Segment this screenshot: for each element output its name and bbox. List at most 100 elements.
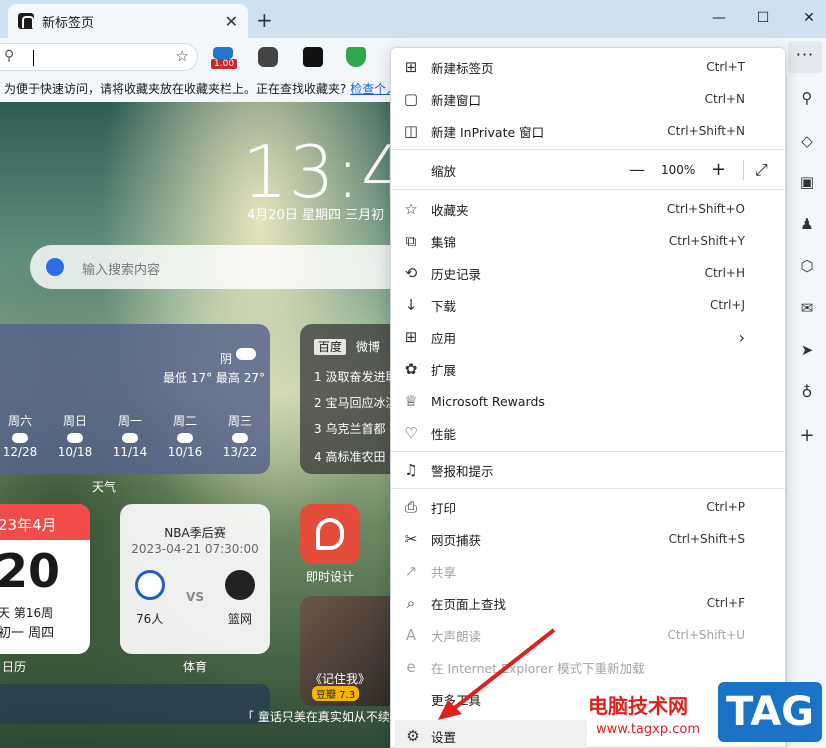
- calendar-week: 天 第16周: [0, 606, 54, 620]
- ie-mode-icon: e: [406, 658, 416, 676]
- hot-item[interactable]: 4 高标准农田: [314, 448, 385, 465]
- fullscreen-button[interactable]: ⤢: [755, 154, 768, 186]
- menu-alerts[interactable]: ♫ 警报和提示: [391, 454, 785, 486]
- menu-separator: [391, 189, 785, 190]
- sports-label: 体育: [183, 660, 208, 674]
- hot-search-card[interactable]: 百度 微博 1 汲取奋发进取 2 宝马回应冰淇 3 乌克兰首都 4 高标准农田: [300, 324, 392, 474]
- add-icon[interactable]: +: [797, 426, 817, 446]
- sports-card[interactable]: NBA季后赛 2023-04-21 07:30:00 VS 76人 篮网: [120, 504, 270, 654]
- movie-score: 豆瓣 7.3: [312, 686, 360, 701]
- movie-title: 《记住我》: [310, 672, 371, 686]
- weather-card[interactable]: 阴 最低 17° 最高 27° 周六 12/28 周日 10/18 周一 11/14 …: [0, 324, 270, 474]
- browser-tab[interactable]: 新标签页 ✕: [8, 4, 248, 38]
- hot-item[interactable]: 2 宝马回应冰淇: [314, 394, 392, 411]
- app-logo-icon: [316, 518, 344, 550]
- cloud-icon: [67, 433, 83, 443]
- address-bar[interactable]: ⚲ ☆: [0, 43, 198, 71]
- hot-search-tabs: 百度 微博: [314, 338, 384, 355]
- menu-read-aloud: A 大声朗读 Ctrl+Shift+U: [391, 619, 785, 651]
- menu-inprivate[interactable]: ◫ 新建 InPrivate 窗口 Ctrl+Shift+N: [391, 115, 785, 147]
- menu-history[interactable]: ⟲ 历史记录 Ctrl+H: [391, 257, 785, 289]
- menu-rewards[interactable]: ♕ Microsoft Rewards: [391, 385, 785, 417]
- menu-ie-mode: e在 Internet Explorer 模式下重新加载: [391, 651, 785, 683]
- add-favorite-icon[interactable]: ☆: [176, 47, 189, 65]
- away-team: 篮网: [228, 612, 253, 626]
- date-line: 4月20日 星期四 三月初: [247, 208, 385, 223]
- title-bar: 新标签页 ✕ + — ☐ ✕: [0, 0, 826, 38]
- menu-new-window[interactable]: ▢ 新建窗口 Ctrl+N: [391, 83, 785, 115]
- edge-sidebar: ⚲ ◇ ▣ ♟ ⬡ ✉ ➤ ♁ +: [786, 76, 826, 748]
- hot-item[interactable]: 3 乌克兰首都: [314, 420, 385, 437]
- menu-performance[interactable]: ♡ 性能: [391, 417, 785, 449]
- send-icon[interactable]: ➤: [797, 340, 817, 360]
- extension-flag-icon[interactable]: [213, 47, 233, 59]
- calendar-day: 20: [0, 544, 61, 598]
- menu-downloads[interactable]: ↓ 下载 Ctrl+J: [391, 289, 785, 321]
- maximize-button[interactable]: ☐: [748, 6, 778, 30]
- sports-time: 2023-04-21 07:30:00: [131, 542, 259, 556]
- menu-new-tab[interactable]: ⊞ 新建标签页 Ctrl+T: [391, 51, 785, 83]
- zoom-out-button[interactable]: —: [629, 154, 645, 186]
- favorites-bar-link[interactable]: 检查个人: [350, 82, 392, 96]
- watermark-text: 电脑技术网: [588, 694, 688, 718]
- zoom-in-button[interactable]: +: [711, 154, 726, 186]
- extension-l-icon[interactable]: [303, 47, 323, 67]
- tab-weibo[interactable]: 微博: [352, 339, 384, 355]
- tab-baidu[interactable]: 百度: [314, 339, 347, 355]
- zoom-value: 100%: [661, 163, 696, 177]
- close-window-button[interactable]: ✕: [794, 6, 824, 30]
- outlook-icon[interactable]: ✉: [797, 298, 817, 318]
- sports-title: NBA季后赛: [164, 526, 226, 540]
- forecast-day: 周二 10/16: [167, 414, 203, 459]
- favorites-bar: 为便于快速访问，请将收藏夹放在收藏夹栏上。正在查找收藏夹? 检查个人: [0, 76, 392, 102]
- new-window-icon: ▢: [403, 90, 419, 108]
- collections-icon: ⧉: [405, 232, 417, 250]
- new-tab-button[interactable]: +: [256, 8, 273, 32]
- cloud-icon: [12, 433, 28, 443]
- capture-icon: ✂: [404, 530, 418, 548]
- menu-separator: [391, 451, 785, 452]
- favorites-bar-hint: 为便于快速访问，请将收藏夹放在收藏夹栏上。正在查找收藏夹?: [4, 82, 347, 96]
- menu-separator: [391, 149, 785, 150]
- menu-settings[interactable]: ⚙ 设置: [395, 720, 587, 748]
- app-tile[interactable]: [300, 504, 360, 564]
- menu-extensions[interactable]: ✿ 扩展: [391, 353, 785, 385]
- settings-menu: ⊞ 新建标签页 Ctrl+T ▢ 新建窗口 Ctrl+N ◫ 新建 InPrivate 窗…: [390, 47, 786, 748]
- menu-find[interactable]: ⌕ 在页面上查找 Ctrl+F: [391, 587, 785, 619]
- search-icon[interactable]: ⚲: [797, 88, 817, 108]
- print-icon: ⎙: [404, 498, 417, 516]
- bulb-icon[interactable]: ♁: [797, 382, 817, 402]
- movie-card[interactable]: 《记住我》 豆瓣 7.3: [300, 596, 392, 706]
- rewards-icon: ♕: [404, 392, 418, 410]
- quote-text: 「 童话只美在真实如从不续: [242, 710, 390, 724]
- inprivate-icon: ◫: [403, 122, 419, 140]
- settings-icon: ⚙: [406, 727, 420, 745]
- menu-web-capture[interactable]: ✂ 网页捕获 Ctrl+Shift+S: [391, 523, 785, 555]
- menu-print[interactable]: ⎙ 打印 Ctrl+P: [391, 491, 785, 523]
- tab-close-icon[interactable]: ✕: [225, 12, 238, 31]
- performance-icon: ♡: [404, 424, 418, 442]
- weather-condition: 阴: [220, 352, 233, 366]
- weather-label: 天气: [92, 480, 117, 494]
- minimize-button[interactable]: —: [704, 6, 734, 30]
- favorites-icon: ☆: [404, 200, 418, 218]
- settings-and-more-button[interactable]: ···: [788, 41, 822, 73]
- menu-collections[interactable]: ⧉ 集锦 Ctrl+Shift+Y: [391, 225, 785, 257]
- weather-range: 最低 17° 最高 27°: [163, 371, 265, 385]
- search-icon: ⚲: [4, 48, 15, 64]
- menu-apps[interactable]: ⊞ 应用 ›: [391, 321, 785, 353]
- menu-favorites[interactable]: ☆ 收藏夹 Ctrl+Shift+O: [391, 193, 785, 225]
- extension-mask-icon[interactable]: [258, 47, 278, 67]
- office-icon[interactable]: ⬡: [797, 256, 817, 276]
- read-aloud-icon: A: [405, 626, 417, 644]
- hot-item[interactable]: 1 汲取奋发进取: [314, 368, 392, 385]
- tab-favicon-icon: [18, 13, 34, 29]
- toolbox-icon[interactable]: ▣: [797, 172, 817, 192]
- new-tab-page: 13:43 4月20日 星期四 三月初 输入搜索内容 阴 最低 17° 最高 2…: [0, 102, 392, 748]
- menu-share: ↗ 共享: [391, 555, 785, 587]
- extension-shield-icon[interactable]: [346, 47, 366, 67]
- ntp-search-box[interactable]: 输入搜索内容: [30, 245, 392, 289]
- games-icon[interactable]: ♟: [797, 214, 817, 234]
- calendar-card[interactable]: 23年4月 20 天 第16周 初一 周四: [0, 504, 90, 654]
- tag-icon[interactable]: ◇: [797, 131, 817, 151]
